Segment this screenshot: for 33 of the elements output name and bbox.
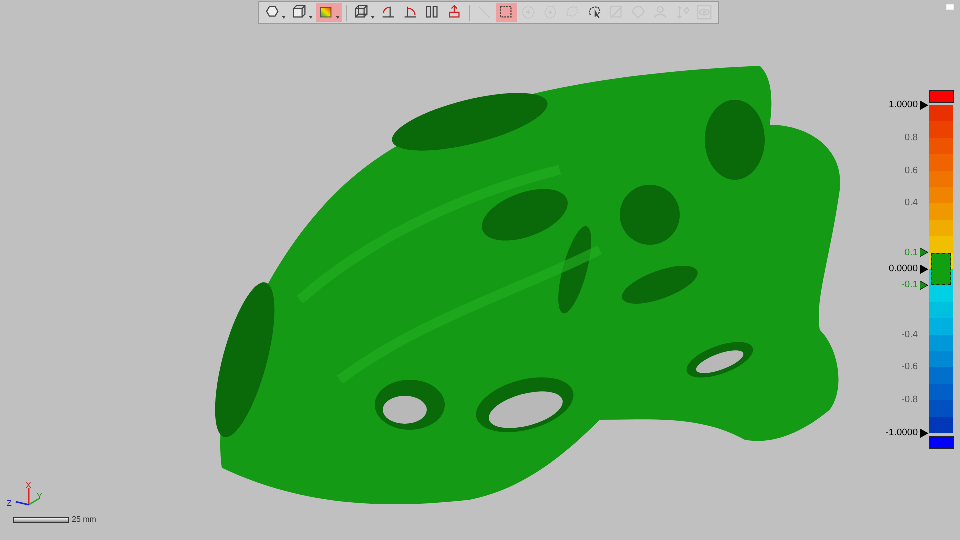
wireframe-icon <box>353 4 370 21</box>
marker-triangle-icon[interactable] <box>920 100 928 110</box>
rect-select-icon <box>498 4 515 21</box>
scale-label: -0.8 <box>902 394 918 406</box>
scale-bar <box>13 516 69 522</box>
scale-label: 0.6 <box>904 165 918 176</box>
scale-label: 0.0000 <box>888 264 918 274</box>
over-range-swatch <box>929 90 954 103</box>
scale-label: 0.8 <box>904 132 918 144</box>
tolerance-band <box>931 252 951 286</box>
caret-icon <box>309 16 313 19</box>
scale-label: -1.0000 <box>886 428 918 438</box>
scale-label: -0.4 <box>902 329 918 340</box>
cube-icon <box>291 4 308 21</box>
columns-icon <box>424 4 441 21</box>
axis-triad-drawing: X Y Z <box>6 482 42 512</box>
under-range-swatch <box>929 436 954 449</box>
scale-label: 1.0000 <box>888 100 918 110</box>
scale-label: 0.1 <box>904 247 918 258</box>
gradient-square-tool-button[interactable] <box>316 3 342 22</box>
rect-select-tool-button[interactable] <box>496 3 517 22</box>
scale-label: 25 mm <box>72 515 96 524</box>
caret-icon <box>336 16 340 19</box>
up-arrow-box-icon <box>446 4 463 21</box>
scale-label: -0.1 <box>902 280 918 291</box>
scale-label: 0.4 <box>904 198 918 209</box>
marker-triangle-icon[interactable] <box>920 428 928 438</box>
caret-icon <box>371 16 375 19</box>
caret-icon <box>282 16 286 19</box>
scale-label: -0.6 <box>902 362 918 373</box>
angle-icon <box>380 4 397 21</box>
lasso-pointer-icon <box>586 4 603 21</box>
angle-flip-icon <box>402 4 419 21</box>
